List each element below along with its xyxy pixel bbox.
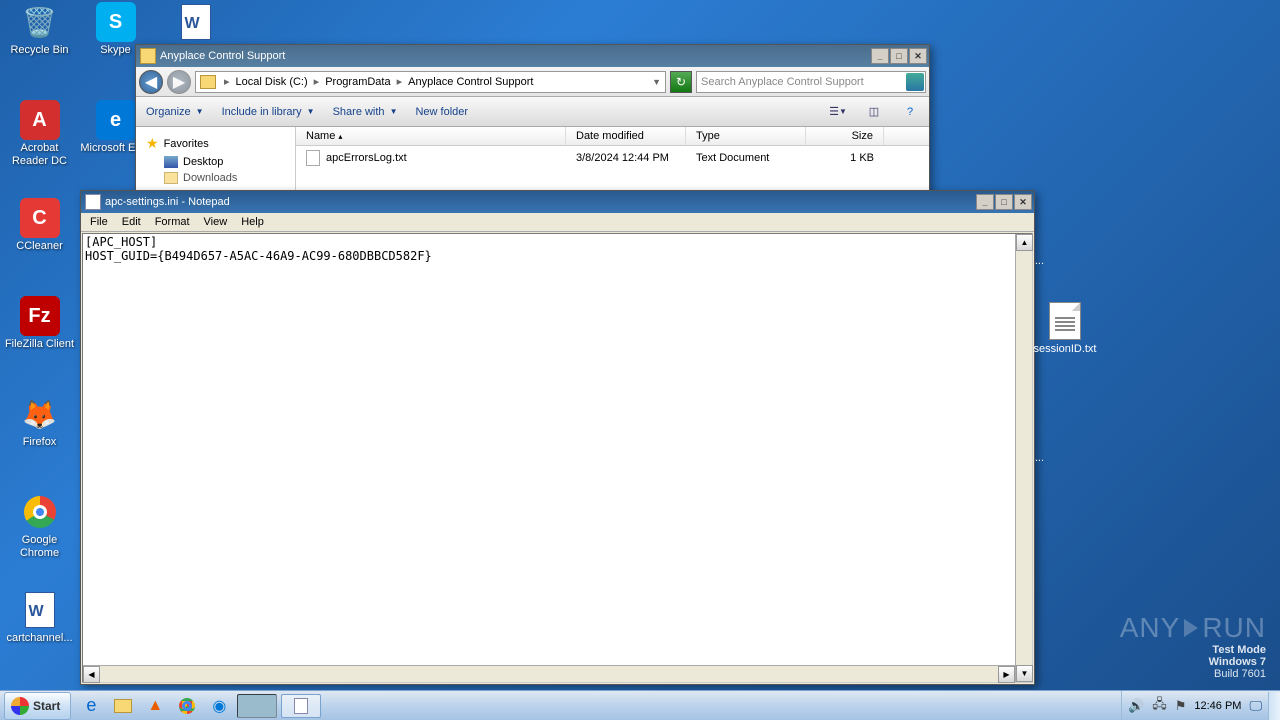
back-button[interactable]: ◀: [139, 70, 163, 94]
taskbar-explorer[interactable]: [109, 694, 137, 718]
windows-logo-icon: [11, 697, 29, 715]
column-name[interactable]: Name ▴: [296, 127, 566, 145]
taskbar-folder-active[interactable]: [237, 694, 277, 718]
network-icon[interactable]: 🖧: [1152, 695, 1167, 717]
menu-help[interactable]: Help: [234, 215, 271, 229]
tray-monitor-icon[interactable]: 🖵: [1249, 698, 1262, 714]
taskbar: Start e ▲ ◉ 🔊 🖧 ⚑ 12:46 PM 🖵: [0, 690, 1280, 720]
desktop-icon-file[interactable]: W: [158, 2, 233, 44]
icon-label: Firefox: [2, 436, 77, 449]
include-library-button[interactable]: Include in library▼: [222, 106, 315, 118]
scroll-down-button[interactable]: ▼: [1016, 665, 1033, 682]
truncated-label: ...: [1035, 255, 1044, 267]
maximize-button[interactable]: □: [995, 194, 1013, 210]
notepad-window: apc-settings.ini - Notepad _ □ ✕ File Ed…: [80, 190, 1035, 685]
clock[interactable]: 12:46 PM: [1194, 700, 1241, 712]
taskbar-chrome[interactable]: [173, 694, 201, 718]
icon-label: Recycle Bin: [2, 44, 77, 57]
truncated-label: ...: [1035, 452, 1044, 464]
address-bar: ◀ ▶ ▸ Local Disk (C:) ▸ ProgramData ▸ An…: [136, 67, 929, 97]
volume-icon[interactable]: 🔊: [1128, 698, 1144, 714]
preview-pane-icon[interactable]: ◫: [865, 103, 883, 121]
icon-label: FileZilla Client: [2, 338, 77, 351]
favorites-group[interactable]: ★Favorites: [142, 133, 289, 154]
forward-button[interactable]: ▶: [167, 70, 191, 94]
breadcrumb-item[interactable]: Anyplace Control Support: [406, 76, 535, 88]
scroll-right-button[interactable]: ▶: [998, 666, 1015, 683]
breadcrumb[interactable]: ▸ Local Disk (C:) ▸ ProgramData ▸ Anypla…: [195, 71, 666, 93]
refresh-button[interactable]: ↻: [670, 71, 692, 93]
desktop-icon-cartchannel-[interactable]: Wcartchannel...: [2, 590, 77, 645]
os-label: Windows 7: [1120, 656, 1266, 668]
start-button[interactable]: Start: [4, 692, 71, 720]
search-input[interactable]: Search Anyplace Control Support: [696, 71, 926, 93]
menu-format[interactable]: Format: [148, 215, 197, 229]
folder-icon: [140, 48, 156, 64]
horizontal-scrollbar[interactable]: ◀ ▶: [83, 665, 1015, 682]
minimize-button[interactable]: _: [871, 48, 889, 64]
icon-label: cartchannel...: [2, 632, 77, 645]
build-label: Build 7601: [1120, 668, 1266, 680]
show-desktop-button[interactable]: [1268, 692, 1280, 720]
notepad-titlebar[interactable]: apc-settings.ini - Notepad _ □ ✕: [81, 191, 1034, 213]
nav-desktop[interactable]: Desktop: [142, 154, 289, 170]
search-placeholder: Search Anyplace Control Support: [701, 76, 864, 88]
new-folder-button[interactable]: New folder: [415, 106, 468, 118]
search-icon[interactable]: [906, 73, 924, 91]
taskbar-ie[interactable]: e: [77, 694, 105, 718]
column-type[interactable]: Type: [686, 127, 806, 145]
desktop-icon-filezilla-client[interactable]: FzFileZilla Client: [2, 296, 77, 351]
test-mode-label: Test Mode: [1120, 644, 1266, 656]
nav-downloads[interactable]: Downloads: [142, 170, 289, 186]
taskbar-vlc[interactable]: ▲: [141, 694, 169, 718]
menu-file[interactable]: File: [83, 215, 115, 229]
text-file-icon: [1049, 302, 1081, 340]
breadcrumb-item[interactable]: Local Disk (C:): [234, 76, 310, 88]
column-size[interactable]: Size: [806, 127, 884, 145]
flag-icon[interactable]: ⚑: [1175, 698, 1187, 714]
desktop-icon-recycle-bin[interactable]: 🗑️Recycle Bin: [2, 2, 77, 57]
close-button[interactable]: ✕: [1014, 194, 1032, 210]
close-button[interactable]: ✕: [909, 48, 927, 64]
file-row[interactable]: apcErrorsLog.txt 3/8/2024 12:44 PM Text …: [296, 146, 929, 170]
help-icon[interactable]: ?: [901, 103, 919, 121]
taskbar-edge[interactable]: ◉: [205, 694, 233, 718]
icon-label: Google Chrome: [2, 534, 77, 560]
taskbar-notepad-active[interactable]: [281, 694, 321, 718]
explorer-titlebar[interactable]: Anyplace Control Support _ □ ✕: [136, 45, 929, 67]
scroll-left-button[interactable]: ◀: [83, 666, 100, 683]
minimize-button[interactable]: _: [976, 194, 994, 210]
view-icon[interactable]: ☰ ▼: [829, 103, 847, 121]
explorer-toolbar: Organize▼ Include in library▼ Share with…: [136, 97, 929, 127]
menu-view[interactable]: View: [197, 215, 235, 229]
scroll-up-button[interactable]: ▲: [1016, 234, 1033, 251]
explorer-title: Anyplace Control Support: [160, 50, 871, 62]
organize-button[interactable]: Organize▼: [146, 106, 204, 118]
desktop-file-sessionid[interactable]: sessionID.txt: [1030, 302, 1100, 355]
anyrun-logo: ANYRUN: [1120, 612, 1266, 644]
watermark: ANYRUN Test Mode Windows 7 Build 7601: [1120, 612, 1266, 680]
column-date[interactable]: Date modified: [566, 127, 686, 145]
folder-icon: [200, 75, 216, 89]
share-with-button[interactable]: Share with▼: [333, 106, 398, 118]
maximize-button[interactable]: □: [890, 48, 908, 64]
text-file-icon: [306, 150, 320, 166]
desktop-icon-ccleaner[interactable]: CCCleaner: [2, 198, 77, 253]
system-tray: 🔊 🖧 ⚑ 12:46 PM 🖵: [1121, 691, 1268, 720]
notepad-icon: [85, 194, 101, 210]
desktop-icon-google-chrome[interactable]: Google Chrome: [2, 492, 77, 560]
breadcrumb-item[interactable]: ProgramData: [323, 76, 392, 88]
menu-edit[interactable]: Edit: [115, 215, 148, 229]
menubar: File Edit Format View Help: [81, 213, 1034, 232]
icon-label: Acrobat Reader DC: [2, 142, 77, 168]
desktop-icon-acrobat-reader-dc[interactable]: AAcrobat Reader DC: [2, 100, 77, 168]
text-editor[interactable]: [APC_HOST] HOST_GUID={B494D657-A5AC-46A9…: [83, 234, 1015, 682]
icon-label: CCleaner: [2, 240, 77, 253]
desktop-icon-firefox[interactable]: 🦊Firefox: [2, 394, 77, 449]
notepad-title: apc-settings.ini - Notepad: [105, 196, 976, 208]
